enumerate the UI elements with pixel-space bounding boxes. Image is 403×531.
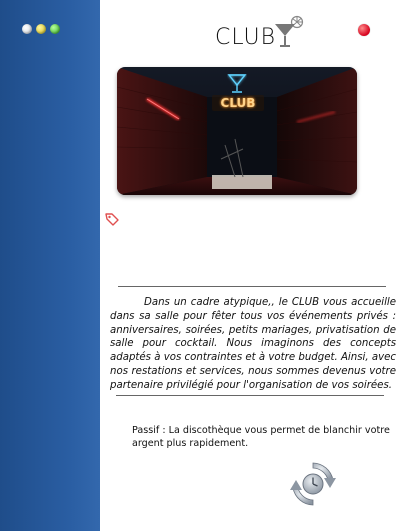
club-description: Dans un cadre atypique,, le CLUB vous ac… — [110, 297, 396, 391]
green-window-dot[interactable] — [50, 24, 60, 34]
refresh-clock-icon[interactable] — [287, 458, 339, 510]
top-divider — [118, 286, 386, 287]
window-controls — [22, 24, 60, 34]
sidebar — [0, 0, 100, 531]
club-photo: CLUB CLUB — [117, 67, 357, 195]
cocktail-icon — [275, 15, 304, 47]
passive-bonus-text: Passif : La discothèque vous permet de b… — [132, 425, 390, 449]
bottom-divider — [116, 395, 384, 396]
tag-icon[interactable] — [104, 212, 120, 226]
page-title: CLUB — [215, 25, 277, 50]
neon-sign: CLUB — [221, 96, 256, 110]
white-window-dot[interactable] — [22, 24, 32, 34]
yellow-window-dot[interactable] — [36, 24, 46, 34]
close-button[interactable] — [358, 24, 370, 36]
